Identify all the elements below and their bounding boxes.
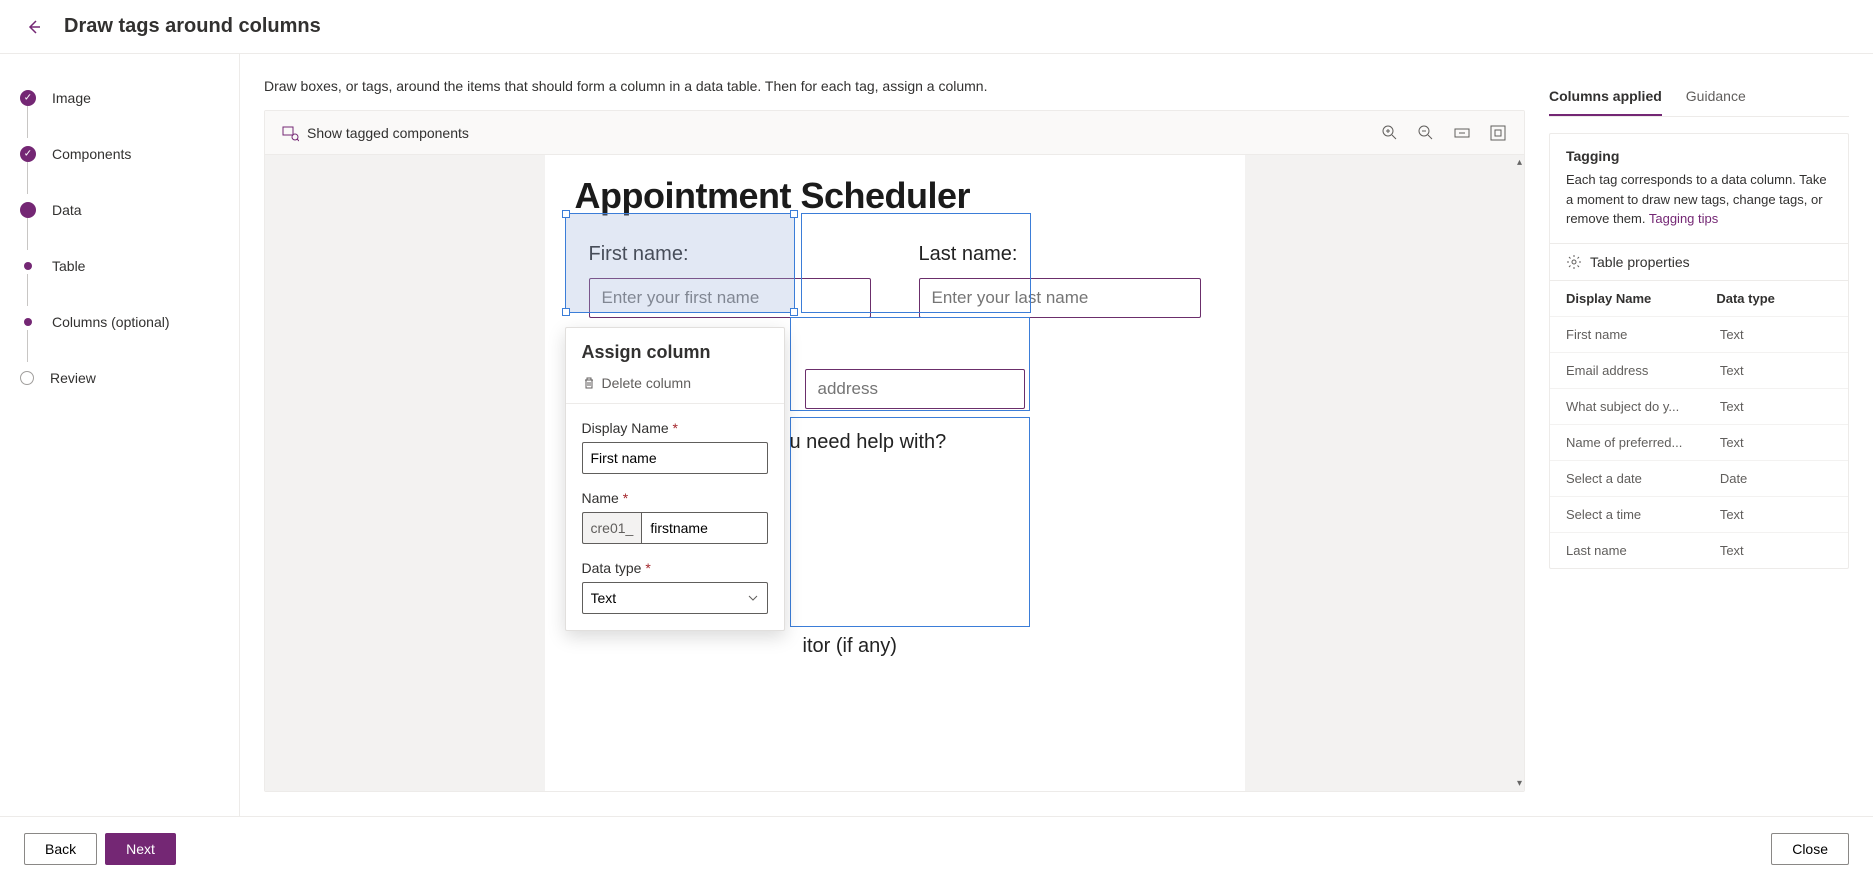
current-step-icon (20, 202, 36, 218)
email-input[interactable] (805, 369, 1025, 409)
fit-width-icon[interactable] (1452, 123, 1472, 143)
tag-first-name[interactable] (565, 213, 795, 313)
datatype-select[interactable]: Text (582, 582, 768, 614)
name-input[interactable] (641, 512, 767, 544)
table-row[interactable]: Select a timeText (1550, 496, 1848, 532)
tab-columns-applied[interactable]: Columns applied (1549, 78, 1662, 116)
display-name-label: Display Name * (582, 420, 768, 436)
datatype-label: Data type * (582, 560, 768, 576)
info-text: Each tag corresponds to a data column. T… (1566, 170, 1832, 229)
tag-last-name[interactable] (801, 213, 1031, 313)
canvas-container: Show tagged components ▴ ▾ Appointment S… (264, 110, 1525, 792)
info-card: Tagging Each tag corresponds to a data c… (1549, 133, 1849, 569)
show-tagged-toggle[interactable]: Show tagged components (281, 124, 469, 142)
columns-table-header: Display Name Data type (1550, 281, 1848, 316)
table-row[interactable]: First nameText (1550, 316, 1848, 352)
back-arrow-icon[interactable] (24, 17, 44, 37)
fit-screen-icon[interactable] (1488, 123, 1508, 143)
tutor-label-partial: itor (if any) (803, 635, 897, 658)
step-table[interactable]: Table (20, 254, 219, 278)
tab-guidance[interactable]: Guidance (1686, 78, 1746, 116)
zoom-in-icon[interactable] (1380, 123, 1400, 143)
wizard-sidebar: Image Components Data Table Columns (opt… (0, 54, 240, 816)
columns-table: Display Name Data type First nameTextEma… (1550, 281, 1848, 568)
name-prefix: cre01_ (582, 512, 642, 544)
table-row[interactable]: Name of preferred...Text (1550, 424, 1848, 460)
next-button[interactable]: Next (105, 833, 176, 865)
form-heading: Appointment Scheduler (575, 175, 1215, 217)
instruction-text: Draw boxes, or tags, around the items th… (264, 78, 1525, 94)
check-icon (20, 90, 36, 106)
assign-column-popover: Assign column Delete column Display Name… (565, 327, 785, 631)
substep-icon (24, 318, 32, 326)
table-row[interactable]: What subject do y...Text (1550, 388, 1848, 424)
header: Draw tags around columns (0, 0, 1873, 54)
right-tabs: Columns applied Guidance (1549, 78, 1849, 117)
table-row[interactable]: Email addressText (1550, 352, 1848, 388)
table-row[interactable]: Select a dateDate (1550, 460, 1848, 496)
pending-step-icon (20, 371, 34, 385)
delete-column-button[interactable]: Delete column (566, 371, 784, 403)
back-button[interactable]: Back (24, 833, 97, 865)
substep-icon (24, 262, 32, 270)
zoom-out-icon[interactable] (1416, 123, 1436, 143)
footer: Back Next Close (0, 816, 1873, 880)
drawing-canvas[interactable]: ▴ ▾ Appointment Scheduler (265, 155, 1524, 791)
right-panel: Columns applied Guidance Tagging Each ta… (1549, 78, 1849, 792)
popover-title: Assign column (582, 342, 768, 363)
step-columns[interactable]: Columns (optional) (20, 310, 219, 334)
step-data[interactable]: Data (20, 198, 219, 222)
display-name-input[interactable] (582, 442, 768, 474)
tag-icon (281, 124, 299, 142)
canvas-toolbar: Show tagged components (265, 111, 1524, 155)
name-label: Name * (582, 490, 768, 506)
subject-label-partial: u need help with? (790, 431, 947, 454)
table-row[interactable]: Last nameText (1550, 532, 1848, 568)
check-icon (20, 146, 36, 162)
scroll-down-icon[interactable]: ▾ (1517, 778, 1522, 789)
trash-icon (582, 376, 596, 390)
tagging-tips-link[interactable]: Tagging tips (1649, 211, 1718, 226)
table-properties-button[interactable]: Table properties (1550, 243, 1848, 281)
close-button[interactable]: Close (1771, 833, 1849, 865)
step-image[interactable]: Image (20, 86, 219, 110)
step-review[interactable]: Review (20, 366, 219, 390)
step-components[interactable]: Components (20, 142, 219, 166)
gear-icon (1566, 254, 1582, 270)
info-title: Tagging (1566, 148, 1832, 164)
page-title: Draw tags around columns (64, 15, 321, 38)
scroll-up-icon[interactable]: ▴ (1517, 157, 1522, 168)
